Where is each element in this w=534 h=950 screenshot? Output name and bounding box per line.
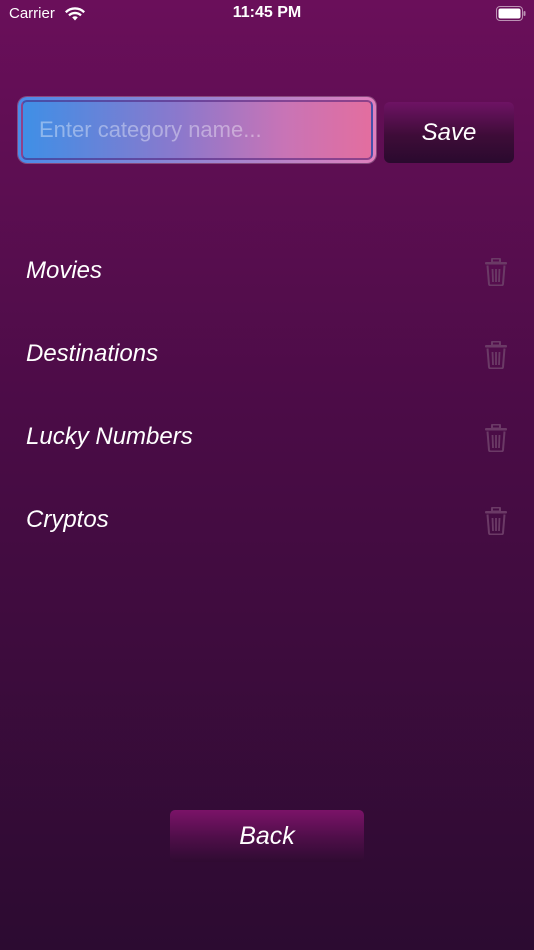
category-input-frame: [21, 100, 373, 160]
category-row[interactable]: Movies: [0, 230, 534, 313]
category-input-container: [18, 97, 376, 163]
save-button-label: Save: [421, 118, 477, 146]
category-label: Destinations: [26, 340, 159, 367]
category-label: Cryptos: [26, 506, 109, 533]
back-button[interactable]: Back: [170, 810, 364, 862]
category-row[interactable]: Cryptos: [0, 479, 534, 562]
category-list: Movies Destinations Lucky Numbers Crypto…: [0, 230, 534, 562]
category-label: Lucky Numbers: [26, 423, 193, 450]
category-row[interactable]: Destinations: [0, 313, 534, 396]
trash-icon[interactable]: [484, 258, 508, 286]
category-name-input[interactable]: [23, 102, 371, 158]
category-label: Movies: [26, 257, 103, 284]
trash-icon[interactable]: [484, 341, 508, 369]
battery-icon: [496, 6, 526, 21]
category-row[interactable]: Lucky Numbers: [0, 396, 534, 479]
status-bar: Carrier 11:45 PM: [0, 0, 534, 28]
trash-icon[interactable]: [484, 424, 508, 452]
back-button-label: Back: [239, 821, 295, 850]
save-button[interactable]: Save: [384, 102, 514, 163]
trash-icon[interactable]: [484, 507, 508, 535]
status-time: 11:45 PM: [232, 4, 302, 21]
